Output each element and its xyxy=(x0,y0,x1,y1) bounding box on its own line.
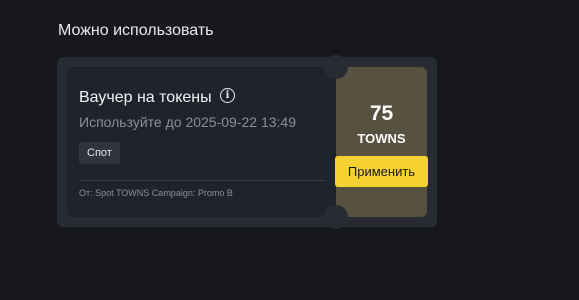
market-tag: Спот xyxy=(79,142,120,164)
voucher-card: Ваучер на токены i Используйте до 2025-0… xyxy=(67,55,428,229)
voucher-details: Ваучер на токены i Используйте до 2025-0… xyxy=(67,67,336,217)
reward-amount: 75 xyxy=(369,102,394,125)
reward-currency: TOWNS xyxy=(357,131,406,146)
ticket-notch-top xyxy=(324,55,348,79)
section-title: Можно использовать xyxy=(58,22,214,39)
voucher-title: Ваучер на токены xyxy=(79,89,212,106)
ticket-notch-bottom xyxy=(324,205,348,229)
page: Можно использовать Ваучер на токены i Ис… xyxy=(0,0,579,300)
apply-button[interactable]: Применить xyxy=(335,156,428,187)
voucher-source: От: Spot TOWNS Campaign: Promo B xyxy=(79,188,233,198)
voucher-expiry: Используйте до 2025-09-22 13:49 xyxy=(79,114,296,130)
divider xyxy=(79,180,325,181)
info-icon[interactable]: i xyxy=(220,88,235,103)
